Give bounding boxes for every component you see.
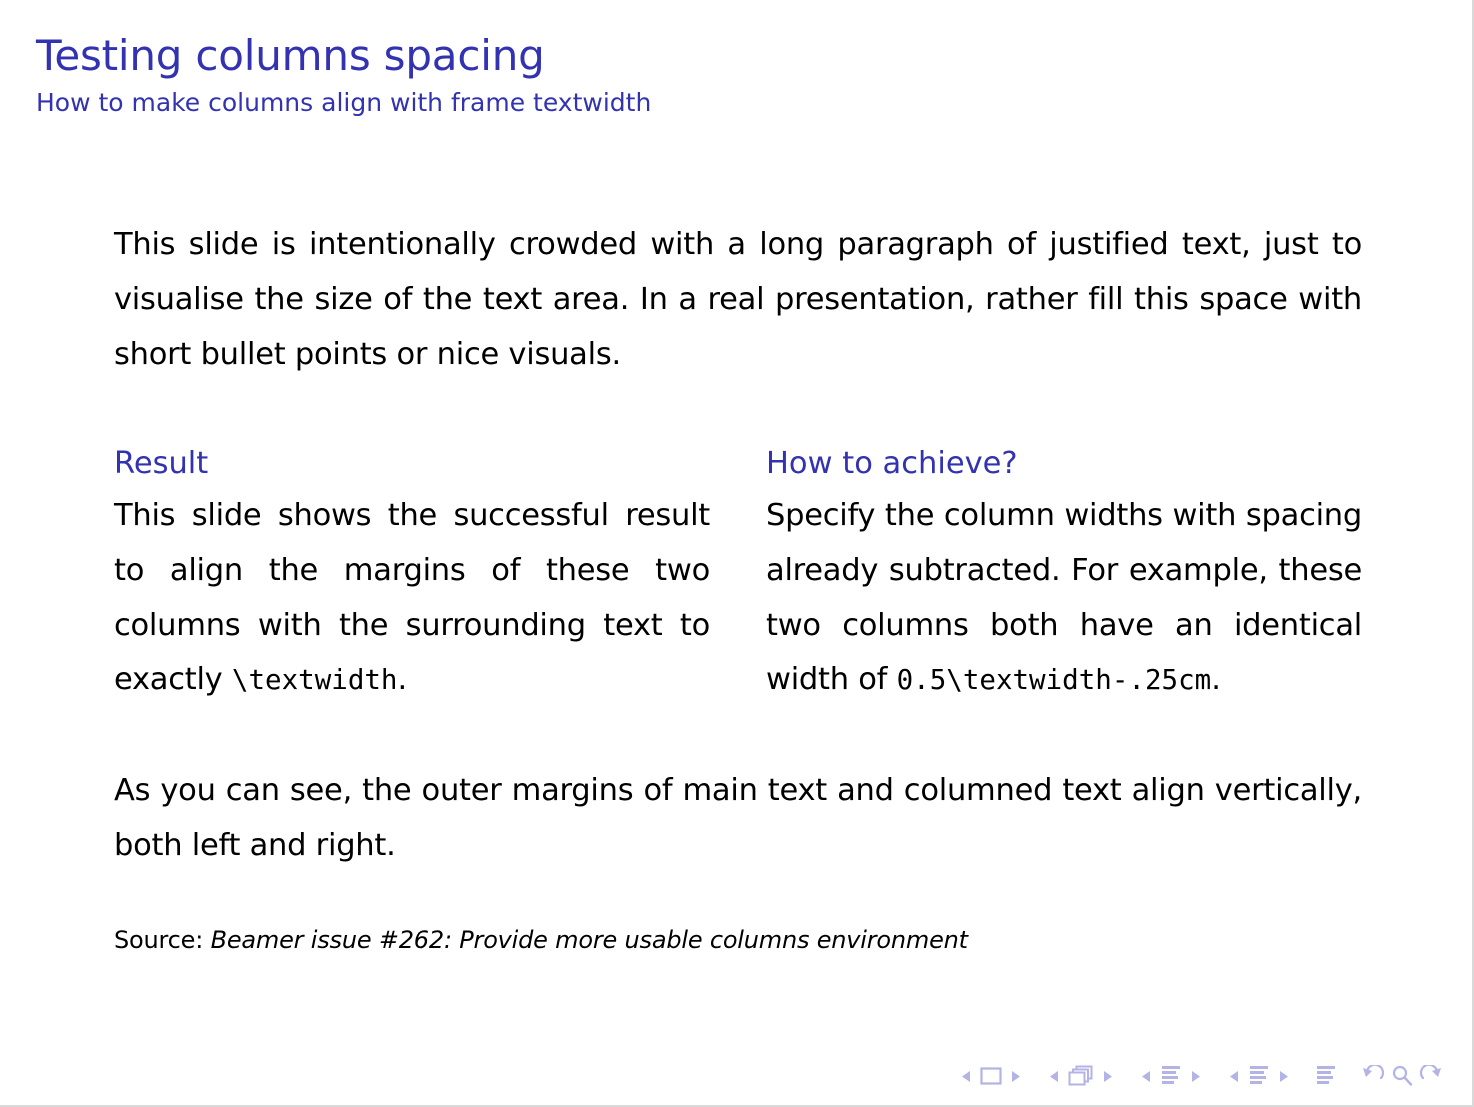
two-column-block: Result This slide shows the successful r… [114,445,1362,709]
frame-subtitle: How to make columns align with frame tex… [36,87,652,117]
column-left-heading: Result [114,445,209,481]
back-arrow-icon[interactable] [1361,1065,1385,1087]
column-right-code: 0.5\textwidth-.25cm [896,664,1212,697]
prev-section-arrow-icon[interactable] [1229,1070,1240,1083]
presentation-group[interactable] [1312,1065,1340,1087]
next-section-arrow-icon[interactable] [1278,1070,1289,1083]
column-left: Result This slide shows the successful r… [114,445,710,709]
history-group[interactable] [1358,1065,1446,1087]
prev-frame-arrow-icon[interactable] [1049,1070,1060,1083]
column-right: How to achieve? Specify the column width… [766,445,1362,709]
closing-paragraph: As you can see, the outer margins of mai… [114,773,1362,864]
slide-text-area: This slide is intentionally crowded with… [114,218,1362,958]
frames-icon[interactable] [1068,1065,1094,1087]
column-left-code: \textwidth [231,664,398,697]
column-right-body: Specify the column widths with spacing a… [766,489,1362,709]
prev-subsection-arrow-icon[interactable] [1141,1070,1152,1083]
source-citation: Beamer issue #262: Provide more usable c… [210,926,969,955]
slide-icon[interactable] [980,1067,1002,1085]
frame-navigation-group[interactable] [1044,1065,1118,1087]
slide-title-block: Testing columns spacing How to make colu… [36,31,1436,117]
section-navigation-group[interactable] [1224,1065,1294,1087]
prev-slide-arrow-icon[interactable] [961,1070,972,1083]
navigation-symbols[interactable] [956,1061,1446,1091]
column-left-text-before: This slide shows the successful result t… [114,497,710,698]
forward-arrow-icon[interactable] [1419,1065,1443,1087]
column-gutter [710,445,766,709]
frame-title: Testing columns spacing [36,31,545,80]
next-frame-arrow-icon[interactable] [1102,1070,1113,1083]
source-line: Source: Beamer issue #262: Provide more … [114,924,1362,958]
search-icon[interactable] [1391,1065,1413,1087]
subsection-icon[interactable] [1160,1065,1182,1087]
presentation-icon[interactable] [1315,1065,1337,1087]
column-right-heading: How to achieve? [766,445,1018,481]
next-slide-arrow-icon[interactable] [1010,1070,1021,1083]
subsection-navigation-group[interactable] [1136,1065,1206,1087]
beamer-slide: Testing columns spacing How to make colu… [0,0,1474,1107]
column-right-text-after: . [1211,662,1221,698]
intro-paragraph: This slide is intentionally crowded with… [114,227,1362,372]
column-left-body: This slide shows the successful result t… [114,489,710,709]
source-label: Source: [114,926,204,955]
column-left-text-after: . [397,662,408,698]
section-icon[interactable] [1248,1065,1270,1087]
next-subsection-arrow-icon[interactable] [1190,1070,1201,1083]
slide-navigation-group[interactable] [956,1067,1026,1085]
